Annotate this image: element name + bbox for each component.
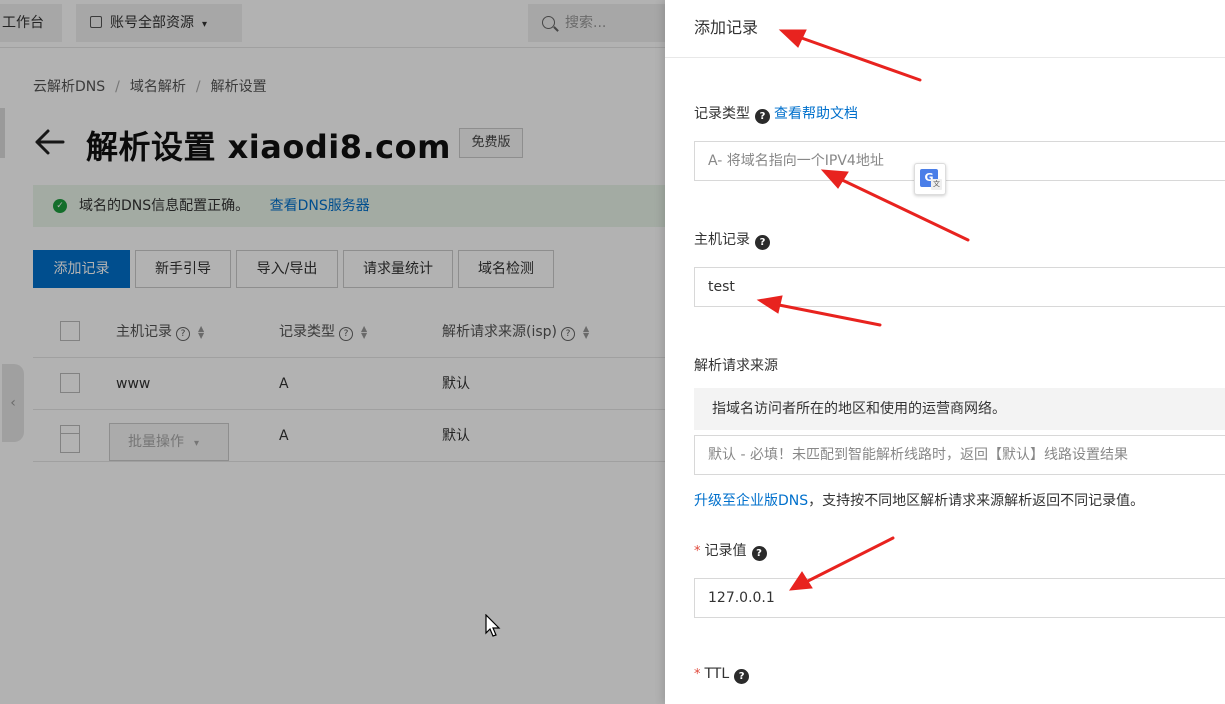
mouse-cursor-icon xyxy=(485,614,501,637)
record-type-label: 记录类型? 查看帮助文档 xyxy=(694,106,858,124)
help-doc-link[interactable]: 查看帮助文档 xyxy=(774,106,858,122)
drawer-divider xyxy=(665,57,1225,58)
modal-overlay-mask[interactable] xyxy=(0,0,665,704)
ttl-label: * TTL? xyxy=(694,666,750,684)
help-icon[interactable]: ? xyxy=(755,109,770,124)
isp-select[interactable]: 默认 - 必填！未匹配到智能解析线路时，返回【默认】线路设置结果 xyxy=(694,435,1225,475)
record-value-input[interactable]: 127.0.0.1 xyxy=(694,578,1225,618)
host-record-label: 主机记录? xyxy=(694,229,770,250)
upgrade-note: 升级至企业版DNS，支持按不同地区解析请求来源解析返回不同记录值。 xyxy=(694,490,1144,510)
add-record-drawer: 添加记录 记录类型? 查看帮助文档 A- 将域名指向一个IPV4地址 主机记录? … xyxy=(665,0,1225,704)
upgrade-note-text: ，支持按不同地区解析请求来源解析返回不同记录值。 xyxy=(808,493,1145,509)
isp-label: 解析请求来源 xyxy=(694,358,778,374)
drawer-title: 添加记录 xyxy=(694,18,759,37)
record-type-select[interactable]: A- 将域名指向一个IPV4地址 xyxy=(694,141,1225,181)
required-mark: * xyxy=(694,544,701,559)
upgrade-enterprise-link[interactable]: 升级至企业版DNS xyxy=(694,493,808,509)
isp-description: 指域名访问者所在的地区和使用的运营商网络。 xyxy=(694,388,1225,430)
required-mark: * xyxy=(694,667,701,682)
host-record-input[interactable]: test xyxy=(694,267,1225,307)
record-value-label: * 记录值? xyxy=(694,540,767,561)
google-translate-icon[interactable]: G 文 xyxy=(914,163,946,195)
help-icon[interactable]: ? xyxy=(734,669,750,684)
help-icon[interactable]: ? xyxy=(755,235,770,250)
help-icon[interactable]: ? xyxy=(751,546,767,561)
